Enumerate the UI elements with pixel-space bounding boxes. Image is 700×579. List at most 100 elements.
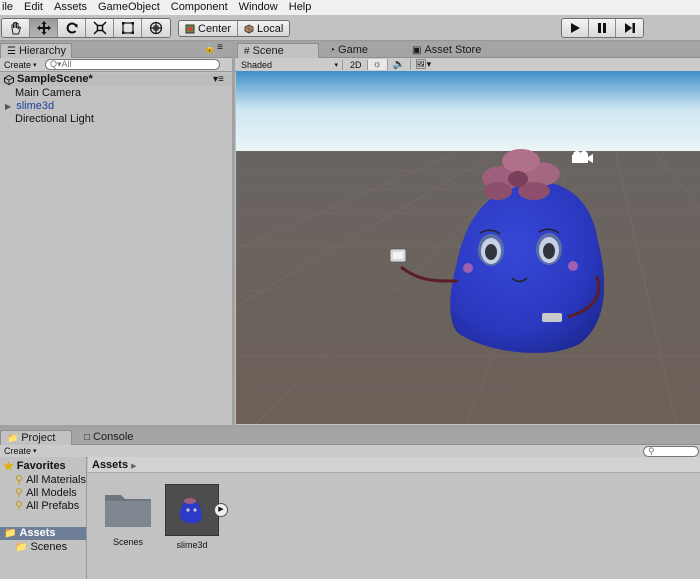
tab-game-label: Game	[338, 44, 369, 56]
tab-project-label: Project	[21, 431, 56, 444]
step-icon	[624, 23, 635, 33]
scene-audio-icon[interactable]: 🔈	[388, 59, 412, 70]
transform-tool-button[interactable]	[142, 19, 170, 37]
favorite-item-all-prefabs[interactable]: ⚲ All Prefabs	[15, 500, 79, 513]
favorite-item-all-models[interactable]: ⚲ All Models	[15, 487, 77, 500]
menu-assets[interactable]: Assets	[49, 0, 93, 15]
main-toolbar: Center Local	[0, 15, 700, 41]
hierarchy-subbar: Create ▾ Q▾All	[0, 58, 232, 72]
step-button[interactable]	[616, 19, 643, 37]
menu-window[interactable]: Window	[234, 0, 284, 15]
local-space-icon	[244, 24, 254, 33]
rotate-tool-button[interactable]	[58, 19, 86, 37]
move-tool-button[interactable]	[30, 19, 58, 37]
play-controls	[561, 18, 644, 38]
play-icon	[571, 23, 580, 33]
tab-hierarchy[interactable]: ☰ Hierarchy	[0, 43, 72, 58]
search-filter-icon: ⚲	[15, 474, 24, 486]
asset-scenes-folder[interactable]: Scenes	[101, 489, 155, 547]
project-create-dropdown[interactable]: Create ▾	[0, 446, 41, 456]
scene-lighting-icon[interactable]: ☼	[367, 59, 388, 70]
assets-root-label: Assets	[19, 527, 56, 539]
dropdown-arrow-icon: ▾	[33, 61, 37, 69]
project-tabstrip: 📁 Project □ Console	[0, 429, 700, 445]
hierarchy-item-label: slime3d	[16, 100, 55, 112]
hierarchy-panel: ☰ Hierarchy 🔒 ≡ Create ▾ Q▾All SampleSce…	[0, 42, 232, 425]
favorites-header[interactable]: ★ Favorites	[3, 460, 66, 473]
pivot-local-toggle[interactable]: Local	[238, 21, 290, 36]
shading-mode-label: Shaded	[241, 59, 273, 70]
pause-button[interactable]	[589, 19, 616, 37]
hierarchy-create-dropdown[interactable]: Create ▾	[0, 60, 41, 70]
scene-menu-icon[interactable]: ▾≡	[213, 73, 224, 86]
tab-asset-store-label: Asset Store	[424, 44, 482, 56]
pivot-center-toggle[interactable]: Center	[179, 21, 239, 36]
project-search-input[interactable]: ⚲	[643, 446, 699, 457]
hierarchy-item-label: Main Camera	[15, 87, 82, 99]
hierarchy-item-main-camera[interactable]: Main Camera	[0, 87, 232, 100]
light-gizmo-icon[interactable]	[389, 248, 407, 263]
combined-transform-icon	[149, 21, 163, 35]
assets-root-row[interactable]: 📁 Assets	[0, 527, 86, 540]
scene-tabstrip: # Scene ◔ Game ▣ Asset Store	[235, 42, 700, 58]
star-icon: ★	[3, 459, 14, 473]
assets-breadcrumb: Assets ▶	[88, 457, 700, 473]
shading-mode-dropdown[interactable]: Shaded ▾	[235, 59, 343, 70]
favorite-item-label: All Materials	[26, 474, 86, 486]
tab-scene-label: Scene	[252, 44, 284, 57]
hierarchy-search-input[interactable]: Q▾All	[45, 59, 220, 70]
hierarchy-item-label: Directional Light	[15, 113, 94, 125]
hierarchy-tabstrip: ☰ Hierarchy 🔒 ≡	[0, 42, 232, 58]
asset-slime3d-model[interactable]: ▶ slime3d	[165, 484, 228, 550]
asset-label: slime3d	[176, 540, 208, 550]
breadcrumb-arrow-icon: ▶	[131, 463, 137, 470]
store-bag-icon: ▣	[412, 45, 422, 56]
tab-asset-store[interactable]: ▣ Asset Store	[406, 43, 487, 58]
tab-hierarchy-label: Hierarchy	[18, 44, 67, 57]
hierarchy-item-slime3d[interactable]: ▶ slime3d	[0, 100, 232, 113]
console-icon: □	[84, 432, 91, 443]
folder-icon: 📁	[4, 528, 17, 539]
scale-icon	[92, 21, 107, 35]
rect-transform-icon	[121, 22, 134, 34]
project-panel: 📁 Project □ Console Create ▾ ⚲ ★ Favorit…	[0, 429, 700, 579]
tab-project[interactable]: 📁 Project	[0, 430, 72, 445]
scene-name: SampleScene*	[17, 73, 93, 85]
asset-label: Scenes	[112, 537, 144, 547]
menu-edit[interactable]: Edit	[19, 0, 49, 15]
rect-tool-button[interactable]	[114, 19, 142, 37]
scene-row[interactable]: SampleScene* ▾≡	[0, 73, 232, 86]
menu-gameobject[interactable]: GameObject	[93, 0, 166, 15]
tab-scene[interactable]: # Scene	[237, 43, 319, 58]
pivot-toggles: Center Local	[178, 20, 291, 37]
breadcrumb-assets[interactable]: Assets	[92, 459, 128, 471]
tab-console[interactable]: □ Console	[78, 430, 139, 445]
pause-icon	[598, 23, 606, 33]
hierarchy-create-label: Create	[4, 59, 32, 70]
search-filter-icon: ⚲	[15, 500, 24, 512]
expand-arrow-icon[interactable]: ▶	[5, 102, 11, 111]
favorite-item-all-materials[interactable]: ⚲ All Materials	[15, 474, 86, 487]
folder-icon: 📁	[15, 542, 28, 553]
grid-icon: #	[244, 45, 250, 57]
play-button[interactable]	[562, 19, 589, 37]
scene-viewport[interactable]	[236, 71, 700, 424]
hand-tool-button[interactable]	[2, 19, 30, 37]
mode-2d-toggle[interactable]: 2D	[345, 59, 368, 70]
menu-file[interactable]: ile	[0, 0, 19, 15]
scene-effects-icon[interactable]: 🖼▾	[411, 59, 435, 70]
scale-tool-button[interactable]	[86, 19, 114, 37]
expand-prefab-icon[interactable]: ▶	[214, 503, 228, 517]
panel-menu-icon[interactable]: ≡	[217, 42, 223, 53]
menu-help[interactable]: Help	[284, 0, 318, 15]
hand-icon	[11, 22, 21, 35]
mode-2d-label: 2D	[350, 59, 362, 70]
hierarchy-item-directional-light[interactable]: Directional Light	[0, 113, 232, 126]
lock-icon[interactable]: 🔒	[204, 43, 215, 54]
menu-component[interactable]: Component	[166, 0, 234, 15]
tab-game[interactable]: ◔ Game	[323, 43, 374, 58]
folder-item-scenes[interactable]: 📁 Scenes	[15, 541, 67, 554]
slime-thumbnail-icon	[179, 498, 202, 524]
asset-thumbnail: ▶	[165, 484, 228, 536]
scene-subbar: Shaded ▾ 2D ☼ 🔈 🖼▾	[235, 58, 700, 72]
